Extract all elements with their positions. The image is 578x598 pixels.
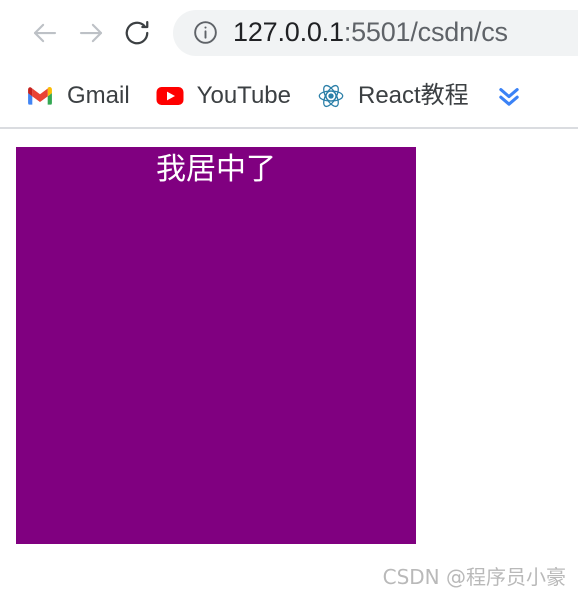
gmail-icon xyxy=(26,82,54,110)
bookmark-youtube[interactable]: YouTube xyxy=(150,76,297,116)
youtube-icon xyxy=(156,82,184,110)
bookmark-label: React教程 xyxy=(357,82,469,109)
double-chevron-down-icon xyxy=(495,82,523,110)
bookmark-react[interactable]: React教程 xyxy=(311,76,475,116)
reload-icon xyxy=(122,18,152,48)
arrow-right-icon xyxy=(76,18,106,48)
url-path: :5501/csdn/cs xyxy=(343,19,508,46)
centered-purple-box: 我居中了 xyxy=(16,147,416,544)
react-icon xyxy=(317,82,345,110)
browser-toolbar: 127.0.0.1:5501/csdn/cs xyxy=(0,0,578,65)
centered-text: 我居中了 xyxy=(156,152,276,187)
reload-button[interactable] xyxy=(114,10,160,56)
browser-chrome: 127.0.0.1:5501/csdn/cs Gmail YouTube Rea… xyxy=(0,0,578,129)
bookmark-gmail[interactable]: Gmail xyxy=(20,76,136,116)
url-host: 127.0.0.1 xyxy=(233,19,344,46)
address-bar[interactable]: 127.0.0.1:5501/csdn/cs xyxy=(173,9,578,56)
bookmarks-bar: Gmail YouTube React教程 xyxy=(0,65,578,127)
arrow-left-icon xyxy=(30,18,60,48)
csdn-watermark: CSDN @程序员小豪 xyxy=(382,565,566,589)
url-text[interactable]: 127.0.0.1:5501/csdn/cs xyxy=(233,19,508,46)
bookmark-label: YouTube xyxy=(196,82,291,109)
back-button[interactable] xyxy=(22,10,68,56)
bookmark-overflow[interactable] xyxy=(489,76,536,116)
site-info-icon[interactable] xyxy=(191,19,219,47)
forward-button[interactable] xyxy=(68,10,114,56)
bookmark-label: Gmail xyxy=(67,82,130,109)
page-viewport: 我居中了 CSDN @程序员小豪 xyxy=(0,129,578,598)
